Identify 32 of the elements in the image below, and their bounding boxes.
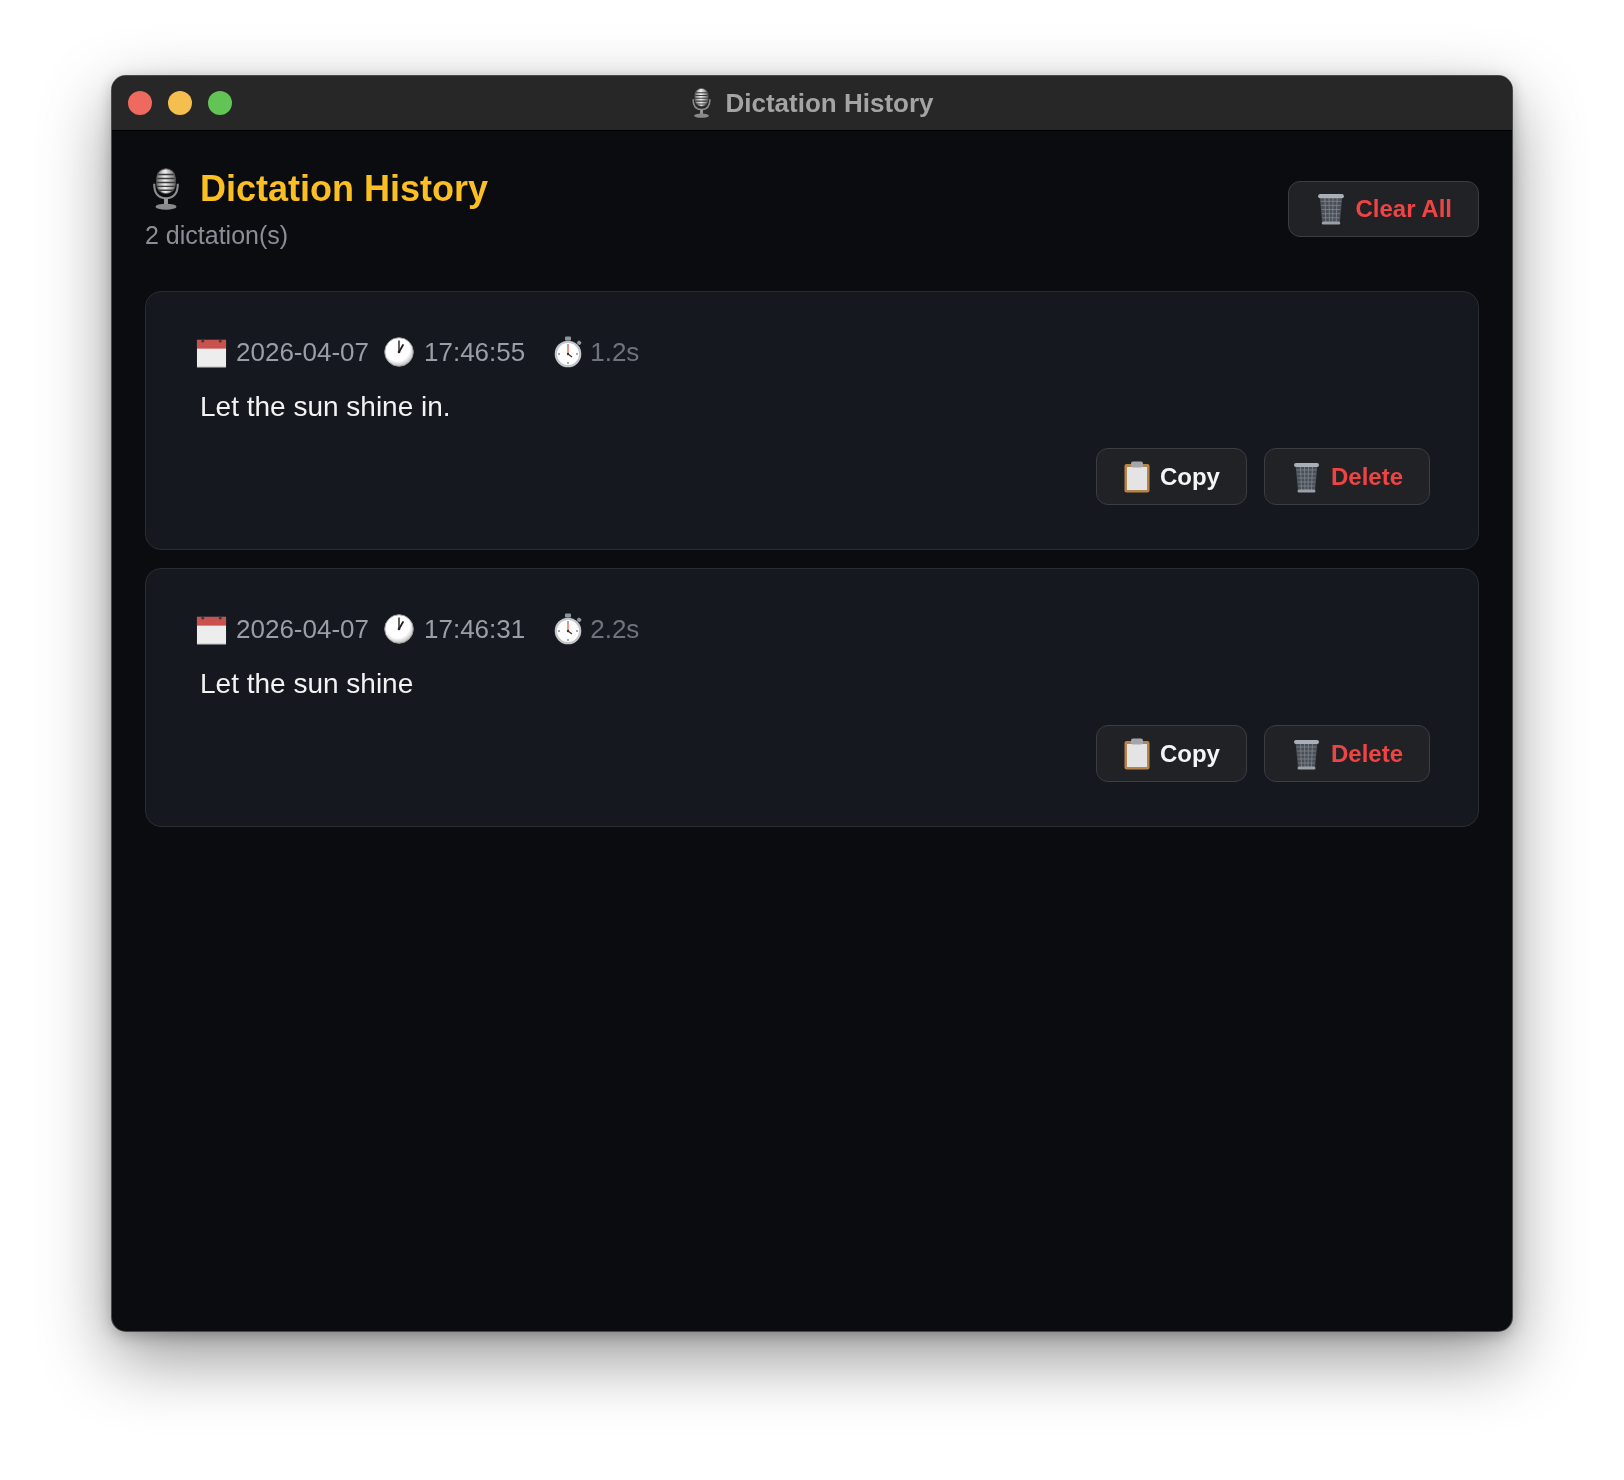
date-text: 2026-04-07 <box>236 613 369 645</box>
trash-icon <box>1291 737 1321 770</box>
microphone-icon <box>150 168 182 210</box>
clipboard-icon <box>1123 737 1150 770</box>
calendar-icon <box>196 613 227 645</box>
trash-icon <box>1315 192 1346 225</box>
copy-button[interactable]: Copy <box>1095 725 1247 782</box>
app-title: Dictation History <box>200 167 489 211</box>
stopwatch-icon <box>553 613 584 645</box>
dictation-count: 2 dictation(s) <box>145 220 290 250</box>
dictation-text: Let the sun shine <box>199 667 415 701</box>
dictation-text: Let the sun shine in. <box>199 390 452 424</box>
zoom-button[interactable] <box>208 91 232 115</box>
clock-icon <box>384 614 414 644</box>
clear-all-button[interactable]: Clear All <box>1287 180 1479 237</box>
microphone-icon <box>690 88 714 118</box>
calendar-icon <box>196 336 227 368</box>
clock-icon <box>384 337 414 367</box>
date-text: 2026-04-07 <box>236 336 369 368</box>
copy-button[interactable]: Copy <box>1095 448 1247 505</box>
clipboard-icon <box>1123 460 1150 493</box>
time-text: 17:46:55 <box>424 336 526 368</box>
stopwatch-icon <box>553 336 584 368</box>
delete-button[interactable]: Delete <box>1263 725 1430 782</box>
duration-text: 2.2s <box>590 613 640 645</box>
trash-icon <box>1291 460 1321 493</box>
minimize-button[interactable] <box>168 91 192 115</box>
duration-text: 1.2s <box>590 336 640 368</box>
window-title: Dictation History <box>725 87 934 119</box>
time-text: 17:46:31 <box>424 613 526 645</box>
delete-button[interactable]: Delete <box>1263 448 1430 505</box>
close-button[interactable] <box>128 91 152 115</box>
